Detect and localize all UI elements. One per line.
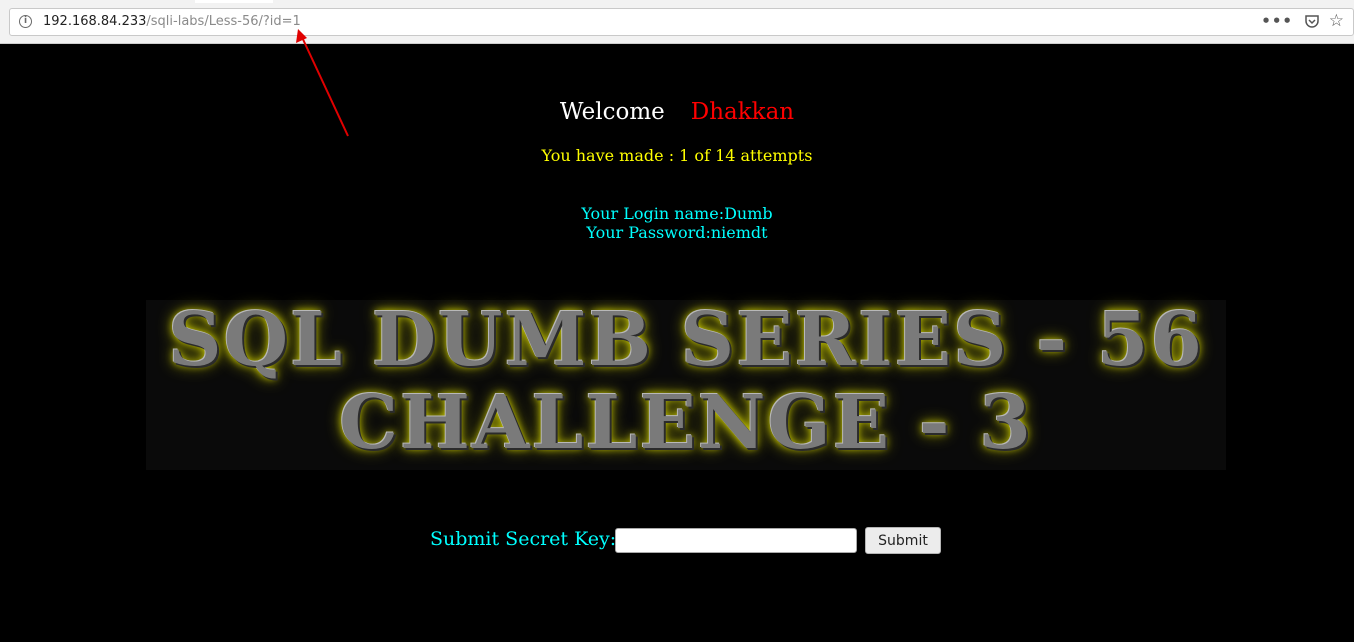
bookmark-star-icon[interactable]: ☆ xyxy=(1329,12,1344,31)
welcome-label: Welcome xyxy=(559,99,665,125)
attempts-counter: You have made : 1 of 14 attempts xyxy=(541,146,813,165)
login-password: Your Password:niemdt xyxy=(586,223,768,242)
secret-key-input[interactable] xyxy=(615,528,857,553)
active-tab-indicator xyxy=(195,0,273,3)
url-host: 192.168.84.233 xyxy=(43,14,147,29)
banner-subtitle: CHALLENGE - 3 xyxy=(339,380,1033,466)
banner-title: SQL DUMB SERIES - 56 xyxy=(168,297,1204,383)
browser-toolbar: i 192.168.84.233/sqli-labs/Less-56/?id=1… xyxy=(0,0,1354,44)
url-path: /sqli-labs/Less-56/?id=1 xyxy=(146,14,301,29)
secret-key-form: Submit Secret Key: Submit xyxy=(0,527,1354,554)
secret-key-label: Submit Secret Key: xyxy=(430,528,617,550)
login-name: Your Login name:Dumb xyxy=(581,204,773,223)
challenge-banner: SQL DUMB SERIES - 56 CHALLENGE - 3 xyxy=(146,300,1226,470)
url-text[interactable]: 192.168.84.233/sqli-labs/Less-56/?id=1 xyxy=(43,14,301,29)
welcome-name: Dhakkan xyxy=(690,99,795,125)
page-actions-icon[interactable]: ••• xyxy=(1261,12,1293,30)
address-bar[interactable]: i 192.168.84.233/sqli-labs/Less-56/?id=1… xyxy=(9,8,1354,36)
info-icon[interactable]: i xyxy=(19,15,32,28)
welcome-heading: Welcome Dhakkan xyxy=(0,99,1354,125)
submit-button[interactable]: Submit xyxy=(865,527,941,554)
login-info: Your Login name:Dumb Your Password:niemd… xyxy=(0,204,1354,242)
pocket-icon[interactable] xyxy=(1305,15,1319,28)
